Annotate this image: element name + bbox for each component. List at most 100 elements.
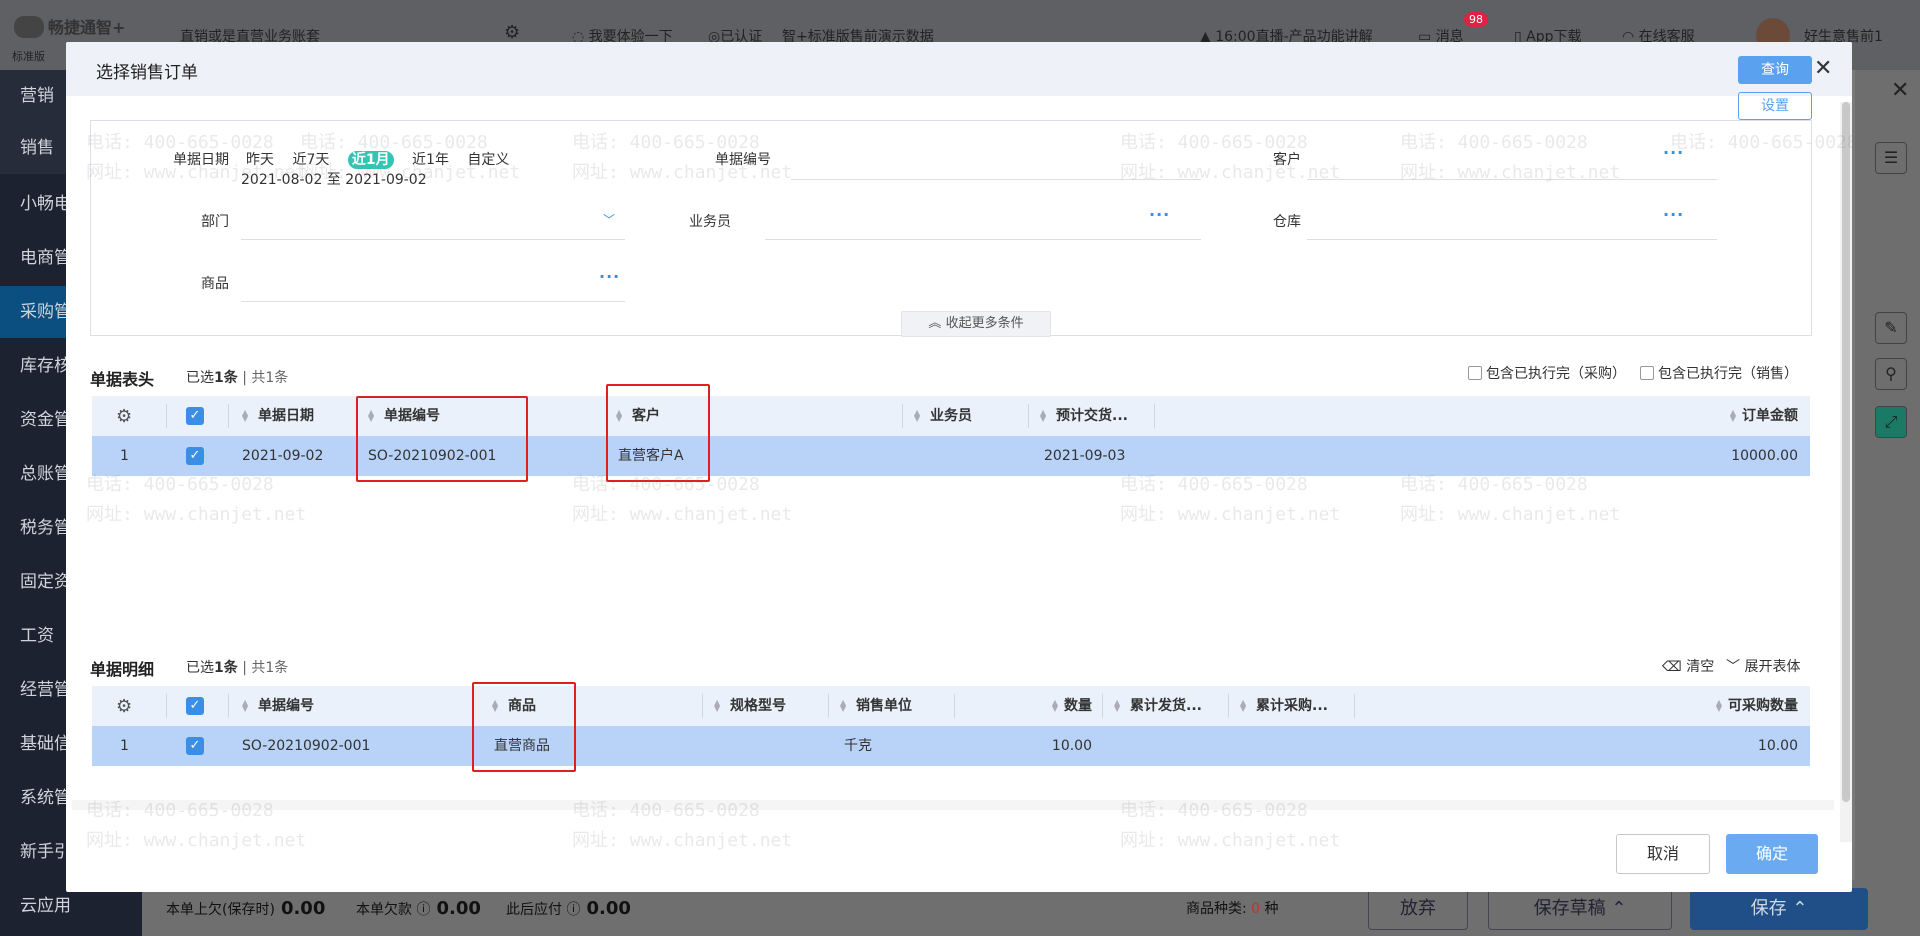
salesman-input[interactable] [765,239,1201,240]
customer-more-icon[interactable]: ··· [1663,143,1684,162]
col-purchased[interactable]: ▲ ▼ 累计采购... [1240,686,1350,726]
app-logo: 畅捷通智+ 标准版 [12,16,126,63]
doc-no-input[interactable] [791,179,1201,180]
col-shipped[interactable]: ▲ ▼ 累计发货... [1114,686,1224,726]
checkbox-icon [1468,366,1482,380]
goods-more-icon[interactable]: ··· [599,267,620,286]
expand-body-button[interactable]: ﹀ 展开表体 [1726,656,1800,676]
col-spec[interactable]: ▲ ▼ 规格型号 [714,686,824,726]
row-unit: 千克 [844,738,872,754]
vertical-scrollbar[interactable] [1840,102,1852,842]
filter-panel: 单据日期 昨天 近7天 近1月 近1年 自定义 2021-08-02 至 202… [90,120,1812,337]
row-available: 10.00 [1757,738,1798,754]
col-unit-label: 销售单位 [856,698,912,714]
table-row[interactable]: 1 ✓ 2021-09-02 SO-20210902-001 直营客户A 202… [92,436,1810,476]
dialog-title: 选择销售订单 [96,63,198,83]
query-button[interactable]: 查询 [1738,56,1812,84]
fullscreen-icon[interactable]: ⤢ [1875,406,1907,438]
note-icon[interactable]: ✎ [1875,312,1907,344]
column-separator [228,694,229,718]
highlight-goods-box [472,682,576,772]
col-amount[interactable]: ▲ ▼ 订单金额 [1592,396,1798,436]
date-option-yesterday[interactable]: 昨天 [246,152,274,168]
column-separator [828,694,829,718]
sort-icon: ▲ ▼ [242,408,249,423]
col-salesman[interactable]: ▲ ▼ 业务员 [914,396,1014,436]
clear-button[interactable]: ⌫ 清空 [1662,656,1714,676]
warehouse-more-icon[interactable]: ··· [1663,205,1684,224]
select-all-checkbox[interactable]: ✓ [186,407,204,425]
settings-button[interactable]: 设置 [1738,92,1812,120]
date-option-custom[interactable]: 自定义 [467,152,509,168]
col-doc-no[interactable]: ▲ ▼ 单据编号 [242,686,422,726]
right-edge-panel: ✕ ☰ ✎ ⚲ ⤢ [1855,70,1920,936]
row-index: 1 [120,738,129,754]
row-date: 2021-09-02 [242,448,324,464]
col-date-label: 单据日期 [258,408,314,424]
date-option-1month[interactable]: 近1月 [347,151,394,169]
account-gear-icon[interactable]: ⚙ [504,22,520,43]
close-icon[interactable]: ✕ [1814,56,1832,81]
date-range[interactable]: 2021-08-02 至 2021-09-02 [241,169,427,189]
column-separator [1228,694,1229,718]
warehouse-input[interactable] [1307,239,1717,240]
owl-logo-icon [14,16,44,38]
detail-selected-number: 1 [214,660,224,676]
sort-icon: ▲ ▼ [840,698,847,713]
sort-icon: ▲ ▼ [1040,408,1047,423]
save-button[interactable]: 保存 ⌃ [1690,888,1868,930]
header-selected-number: 1 [214,370,224,386]
dept-select[interactable] [241,239,625,240]
goods-kinds-value: 0 [1251,901,1261,917]
select-all-checkbox[interactable]: ✓ [186,697,204,715]
col-qty[interactable]: ▲ ▼ 数量 [992,686,1092,726]
horizontal-scrollbar[interactable] [72,800,1834,810]
header-selected-prefix: 已选 [186,370,214,386]
page-close-icon[interactable]: ✕ [1891,78,1909,103]
col-date[interactable]: ▲ ▼ 单据日期 [242,396,352,436]
row-salesman [914,436,1014,476]
sort-icon: ▲ ▼ [1051,698,1058,713]
sort-icon: ▲ ▼ [914,408,921,423]
gear-icon[interactable]: ⚙ [116,406,132,427]
goods-input[interactable] [241,301,625,302]
list-view-icon[interactable]: ☰ [1875,142,1907,174]
goods-kinds-label: 商品种类: [1186,901,1247,917]
include-sales-checkbox[interactable]: 包含已执行完（销售） [1640,363,1798,383]
detail-section-title: 单据明细 [90,660,155,679]
col-salesman-label: 业务员 [930,408,972,424]
prev-owed-label: 本单上欠(保存时) [166,902,275,918]
attachment-icon[interactable]: ⚲ [1875,358,1907,390]
salesman-more-icon[interactable]: ··· [1149,205,1170,224]
row-checkbox[interactable]: ✓ [186,447,204,465]
cancel-button[interactable]: 取消 [1616,834,1710,874]
header-selected-count: 已选1条 | 共1条 [186,367,288,387]
owed: 本单欠款 ⓘ 0.00 [356,898,481,919]
col-available[interactable]: ▲ ▼ 可采购数量 [1592,686,1798,726]
row-checkbox[interactable]: ✓ [186,737,204,755]
column-separator [1354,694,1355,718]
date-option-7days[interactable]: 近7天 [292,152,329,168]
scrollbar-thumb[interactable] [1842,102,1850,802]
save-draft-button[interactable]: 保存草稿 ⌃ [1488,888,1672,930]
column-separator [166,404,167,428]
highlight-doc-no-box [356,396,528,482]
include-purchase-checkbox[interactable]: 包含已执行完（采购） [1468,363,1626,383]
owed-value: 0.00 [436,898,481,919]
chevron-down-icon[interactable]: ﹀ [603,211,615,228]
discard-button[interactable]: 放弃 [1368,888,1468,930]
col-delivery[interactable]: ▲ ▼ 预计交货... [1040,396,1150,436]
gear-icon[interactable]: ⚙ [116,696,132,717]
row-spec [714,726,824,766]
confirm-button[interactable]: 确定 [1726,834,1818,874]
column-separator [1102,694,1103,718]
col-delivery-label: 预计交货... [1056,408,1128,424]
date-option-1year[interactable]: 近1年 [412,152,449,168]
collapse-conditions-button[interactable]: ︽ 收起更多条件 [901,311,1051,337]
customer-input[interactable] [1307,179,1717,180]
message-count-badge: 98 [1464,12,1488,27]
column-separator [228,404,229,428]
sort-icon: ▲ ▼ [1715,698,1722,713]
table-row[interactable]: 1 ✓ SO-20210902-001 直营商品 千克 10.00 10.00 [92,726,1810,766]
col-unit[interactable]: ▲ ▼ 销售单位 [840,686,950,726]
